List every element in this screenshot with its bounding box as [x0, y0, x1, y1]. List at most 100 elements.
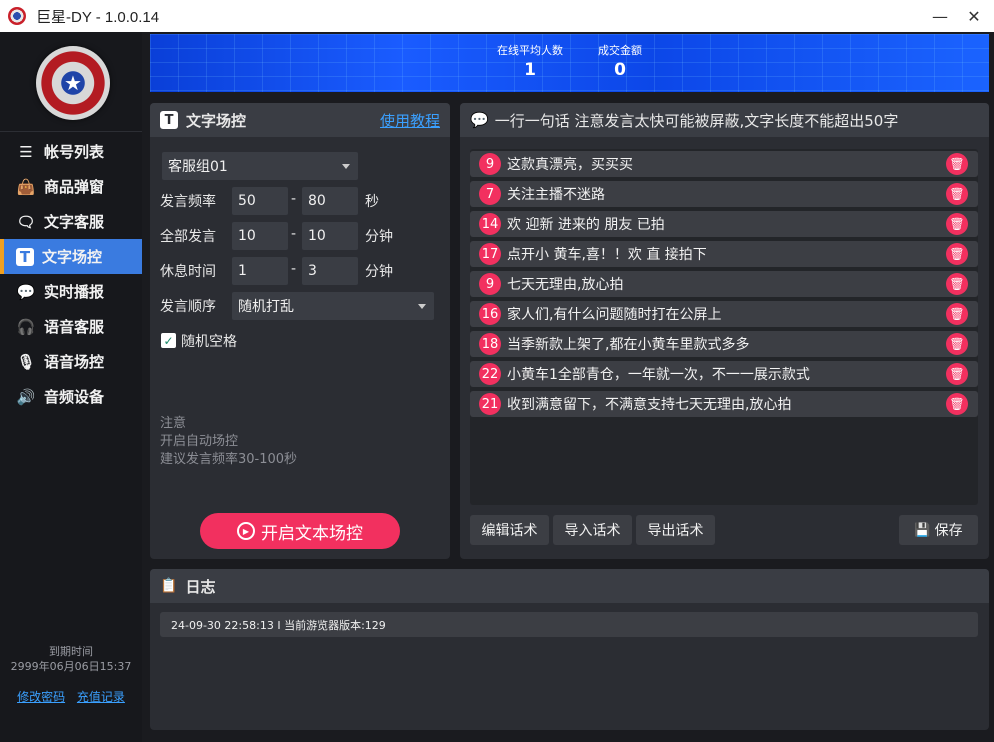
deal-value: 0 — [614, 60, 626, 80]
recharge-record-link[interactable]: 充值记录 — [77, 690, 125, 704]
sidebar-item-live-broadcast[interactable]: 💬 实时播报 — [0, 274, 142, 309]
text-control-panel: T 文字场控 使用教程 客服组01 发言频率 50 - 80 秒 全部发言 10… — [150, 103, 450, 559]
title-bar: 巨星-DY - 1.0.0.14 — ✕ — [0, 0, 994, 32]
all-min-input[interactable]: 10 — [232, 222, 288, 250]
messages-panel: 💬 一行一句话 注意发言太快可能被屏蔽,文字长度不能超出50字 9 这款真漂亮，… — [460, 103, 989, 559]
message-text: 当季新款上架了,都在小黄车里款式多多 — [507, 337, 750, 353]
trash-icon[interactable]: 🗑 — [946, 243, 968, 265]
rest-unit: 分钟 — [365, 264, 393, 280]
freq-min-input[interactable]: 50 — [232, 187, 288, 215]
sidebar-item-label: 语音客服 — [44, 318, 105, 336]
list-icon: ☰ — [19, 142, 33, 161]
save-button[interactable]: 💾 保存 — [899, 515, 978, 545]
order-select-value: 随机打乱 — [238, 299, 294, 315]
sidebar-item-product-popup[interactable]: 👜 商品弹窗 — [0, 169, 142, 204]
deal-label: 成交金额 — [598, 44, 642, 57]
start-button-label: 开启文本场控 — [261, 523, 363, 544]
stats-banner: 在线平均人数 1 成交金额 0 — [150, 34, 989, 92]
speaker-icon: 🔊 — [16, 387, 36, 406]
list-item[interactable]: 9 七天无理由,放心拍 🗑 — [470, 271, 978, 297]
message-text: 小黄车1全部青仓，一年就一次，不一一展示款式 — [507, 367, 810, 383]
panel-header: T 文字场控 使用教程 — [150, 103, 450, 137]
minimize-button[interactable]: — — [923, 0, 957, 32]
all-speech-label: 全部发言 — [160, 229, 216, 245]
list-item[interactable]: 7 关注主播不迷路 🗑 — [470, 181, 978, 207]
freq-max-input[interactable]: 80 — [302, 187, 358, 215]
sidebar-item-audio-device[interactable]: 🔊 音频设备 — [0, 379, 142, 414]
deal-stat: 成交金额 0 — [590, 42, 650, 80]
rest-time-label: 休息时间 — [160, 264, 216, 280]
group-select[interactable]: 客服组01 — [162, 152, 358, 180]
import-script-button[interactable]: 导入话术 — [553, 515, 632, 545]
trash-icon[interactable]: 🗑 — [946, 273, 968, 295]
message-text: 欢 迎新 进来的 朋友 已拍 — [507, 217, 665, 233]
message-text: 收到满意留下，不满意支持七天无理由,放心拍 — [507, 397, 792, 413]
sidebar-item-label: 商品弹窗 — [44, 178, 105, 196]
list-item[interactable]: 21 收到满意留下，不满意支持七天无理由,放心拍 🗑 — [470, 391, 978, 417]
message-text: 家人们,有什么问题随时打在公屏上 — [507, 307, 722, 323]
trash-icon[interactable]: 🗑 — [946, 393, 968, 415]
freq-label: 发言频率 — [160, 194, 216, 210]
random-space-checkbox[interactable]: ✓ — [161, 333, 176, 348]
order-label: 发言顺序 — [160, 299, 216, 315]
microphone-icon: 🎙 — [16, 352, 36, 371]
bag-icon: 👜 — [16, 177, 36, 196]
all-max-input[interactable]: 10 — [302, 222, 358, 250]
text-t-icon: T — [16, 247, 34, 266]
order-select[interactable]: 随机打乱 — [232, 292, 434, 320]
trash-icon[interactable]: 🗑 — [946, 303, 968, 325]
list-item[interactable]: 18 当季新款上架了,都在小黄车里款式多多 🗑 — [470, 331, 978, 357]
trash-icon[interactable]: 🗑 — [946, 153, 968, 175]
panel-title: 日志 — [185, 577, 216, 596]
list-item[interactable]: 22 小黄车1全部青仓，一年就一次，不一一展示款式 🗑 — [470, 361, 978, 387]
wechat-icon: 💬 — [470, 111, 489, 129]
change-password-link[interactable]: 修改密码 — [17, 690, 65, 704]
edit-script-button[interactable]: 编辑话术 — [470, 515, 549, 545]
window-title: 巨星-DY - 1.0.0.14 — [36, 8, 160, 26]
panel-title: 文字场控 — [186, 111, 247, 130]
sidebar-item-voice-service[interactable]: 🎧 语音客服 — [0, 309, 142, 344]
panel-header: 💬 一行一句话 注意发言太快可能被屏蔽,文字长度不能超出50字 — [460, 103, 989, 137]
trash-icon[interactable]: 🗑 — [946, 213, 968, 235]
sidebar-item-text-service[interactable]: 🗨 文字客服 — [0, 204, 142, 239]
list-item[interactable]: 16 家人们,有什么问题随时打在公屏上 🗑 — [470, 301, 978, 327]
sidebar: ★ ☰ 帐号列表 👜 商品弹窗 🗨 文字客服 T 文字场控 💬 实时播报 🎧 语… — [0, 32, 142, 742]
note-line: 建议发言频率30-100秒 — [160, 452, 298, 467]
list-item[interactable]: 17 点开小 黄车,喜！！欢 直 接拍下 🗑 — [470, 241, 978, 267]
note-title: 注意 — [160, 416, 187, 431]
list-item[interactable]: 14 欢 迎新 进来的 朋友 已拍 🗑 — [470, 211, 978, 237]
freq-unit: 秒 — [365, 194, 379, 210]
sidebar-item-label: 音频设备 — [44, 388, 105, 406]
rest-max-input[interactable]: 3 — [302, 257, 358, 285]
side-links: 修改密码 充值记录 — [0, 688, 142, 705]
online-value: 1 — [524, 60, 536, 80]
dash: - — [291, 191, 297, 207]
message-text: 这款真漂亮，买买买 — [507, 157, 633, 173]
log-panel: 📋 日志 24-09-30 22:58:13 I 当前游览器版本:129 — [150, 569, 989, 730]
rest-min-input[interactable]: 1 — [232, 257, 288, 285]
export-script-button[interactable]: 导出话术 — [636, 515, 715, 545]
play-icon: ▶ — [237, 522, 255, 540]
save-icon: 💾 — [914, 522, 931, 538]
list-item[interactable]: 9 这款真漂亮，买买买 🗑 — [470, 151, 978, 177]
count-badge: 14 — [479, 213, 501, 235]
trash-icon[interactable]: 🗑 — [946, 333, 968, 355]
clipboard-icon: 📋 — [160, 578, 178, 594]
panel-title: 一行一句话 注意发言太快可能被屏蔽,文字长度不能超出50字 — [494, 111, 899, 130]
sidebar-item-voice-control[interactable]: 🎙 语音场控 — [0, 344, 142, 379]
tutorial-link[interactable]: 使用教程 — [380, 110, 440, 131]
start-text-control-button[interactable]: ▶ 开启文本场控 — [200, 513, 400, 549]
message-text: 关注主播不迷路 — [507, 187, 605, 203]
sidebar-item-account-list[interactable]: ☰ 帐号列表 — [0, 134, 142, 169]
message-list: 9 这款真漂亮，买买买 🗑 7 关注主播不迷路 🗑 14 欢 迎新 进来的 朋友… — [470, 149, 978, 505]
sidebar-item-label: 实时播报 — [44, 283, 105, 301]
close-button[interactable]: ✕ — [957, 0, 991, 32]
sidebar-item-text-control[interactable]: T 文字场控 — [0, 239, 142, 274]
trash-icon[interactable]: 🗑 — [946, 363, 968, 385]
headset-icon: 🎧 — [16, 317, 36, 336]
sidebar-item-label: 帐号列表 — [44, 143, 105, 161]
app-icon — [8, 7, 26, 25]
message-text: 点开小 黄车,喜！！欢 直 接拍下 — [507, 247, 707, 263]
trash-icon[interactable]: 🗑 — [946, 183, 968, 205]
divider — [0, 131, 142, 132]
